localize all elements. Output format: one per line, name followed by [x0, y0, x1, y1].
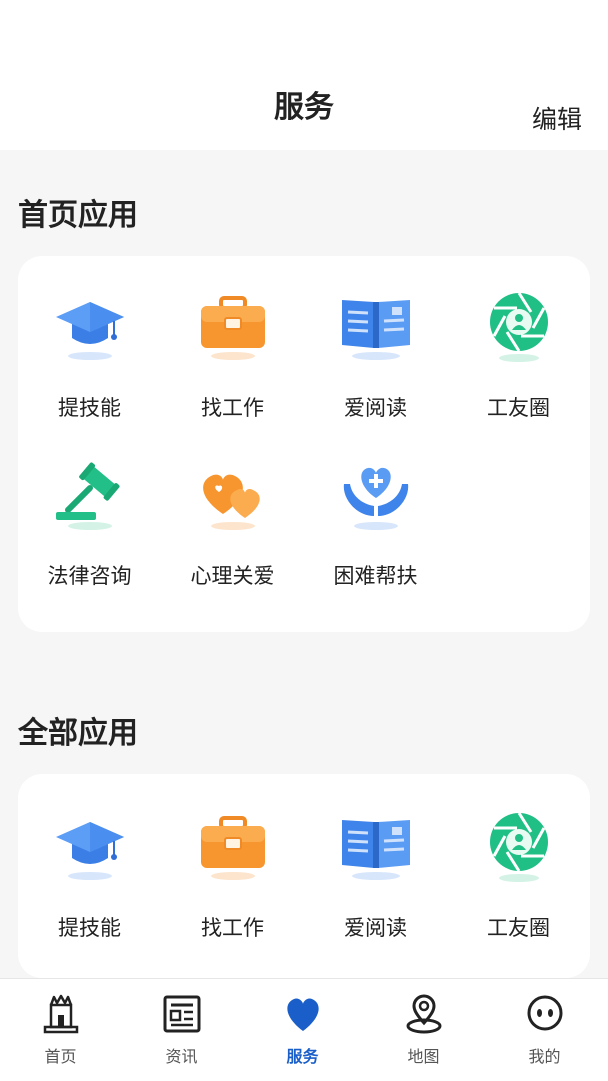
tab-profile[interactable]: 我的 — [484, 979, 605, 1081]
tab-home[interactable]: 首页 — [0, 979, 121, 1081]
tab-label: 我的 — [528, 1047, 561, 1066]
app-tile-skills[interactable]: 提技能 — [18, 810, 161, 970]
app-label: 法律咨询 — [47, 564, 132, 588]
home-icon — [42, 993, 80, 1035]
app-label: 提技能 — [58, 396, 121, 420]
all-apps-card: 提技能 找工作 爱阅读 工友圈 — [18, 774, 590, 978]
tab-news[interactable]: 资讯 — [121, 979, 242, 1081]
tab-label: 资讯 — [165, 1047, 198, 1066]
app-label: 爱阅读 — [344, 916, 407, 940]
camera-aperture-icon — [481, 810, 557, 886]
helping-hands-icon — [338, 458, 414, 534]
app-label: 工友圈 — [487, 396, 550, 420]
tab-services[interactable]: 服务 — [242, 979, 363, 1081]
home-apps-card: 提技能 找工作 爱阅读 工友圈 法律咨询 心理关爱 困难帮扶 — [18, 256, 590, 632]
edit-button[interactable]: 编辑 — [532, 100, 582, 136]
app-tile-community[interactable]: 工友圈 — [447, 290, 590, 450]
map-pin-icon — [405, 993, 443, 1035]
app-tile-reading[interactable]: 爱阅读 — [304, 290, 447, 450]
heart-icon — [284, 993, 322, 1035]
app-tile-jobs[interactable]: 找工作 — [161, 290, 304, 450]
app-tile-hardship-aid[interactable]: 困难帮扶 — [304, 458, 447, 618]
briefcase-icon — [195, 810, 271, 886]
section-title-all-apps: 全部应用 — [18, 716, 138, 751]
graduation-cap-icon — [52, 290, 128, 366]
gavel-icon — [52, 458, 128, 534]
app-label: 工友圈 — [487, 916, 550, 940]
book-icon — [338, 810, 414, 886]
app-label: 找工作 — [201, 916, 264, 940]
face-icon — [526, 993, 564, 1035]
graduation-cap-icon — [52, 810, 128, 886]
app-tile-community[interactable]: 工友圈 — [447, 810, 590, 970]
briefcase-icon — [195, 290, 271, 366]
page-title: 服务 — [274, 90, 334, 125]
app-tile-reading[interactable]: 爱阅读 — [304, 810, 447, 970]
bottom-tab-bar: 首页 资讯 服务 地图 我的 — [0, 978, 608, 1081]
app-tile-jobs[interactable]: 找工作 — [161, 810, 304, 970]
app-label: 提技能 — [58, 916, 121, 940]
app-label: 找工作 — [201, 396, 264, 420]
section-title-home-apps: 首页应用 — [18, 198, 138, 233]
news-icon — [163, 993, 201, 1035]
top-header: 服务 编辑 — [0, 0, 608, 150]
hearts-icon — [195, 458, 271, 534]
app-label: 困难帮扶 — [333, 564, 418, 588]
camera-aperture-icon — [481, 290, 557, 366]
tab-label: 服务 — [286, 1047, 319, 1066]
app-label: 心理关爱 — [190, 564, 275, 588]
app-label: 爱阅读 — [344, 396, 407, 420]
app-tile-legal[interactable]: 法律咨询 — [18, 458, 161, 618]
tab-map[interactable]: 地图 — [363, 979, 484, 1081]
tab-label: 地图 — [407, 1047, 440, 1066]
book-icon — [338, 290, 414, 366]
app-tile-mental-care[interactable]: 心理关爱 — [161, 458, 304, 618]
tab-label: 首页 — [44, 1047, 77, 1066]
app-tile-skills[interactable]: 提技能 — [18, 290, 161, 450]
